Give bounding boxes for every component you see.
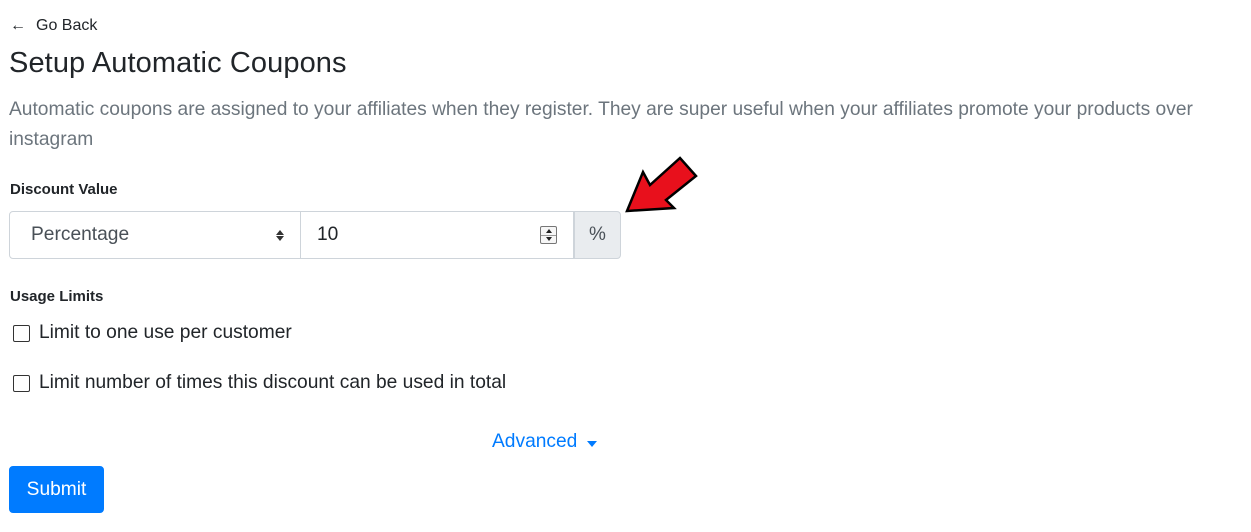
submit-button[interactable]: Submit xyxy=(9,466,104,513)
discount-type-selected: Percentage xyxy=(31,224,130,245)
caret-down-icon xyxy=(587,441,598,447)
arrow-left-icon: ← xyxy=(10,17,26,34)
coupon-setup-page: ← Go Back Setup Automatic Coupons Automa… xyxy=(0,0,1251,532)
limit-total-uses-checkbox[interactable] xyxy=(13,374,30,392)
discount-value-label: Discount Value xyxy=(10,181,118,198)
page-description: Automatic coupons are assigned to your a… xyxy=(9,99,1193,150)
discount-value-text: 10 xyxy=(317,224,339,245)
usage-limits-label: Usage Limits xyxy=(10,288,104,305)
limit-one-per-customer-checkbox[interactable] xyxy=(13,324,30,342)
page-title: Setup Automatic Coupons xyxy=(9,47,347,79)
discount-value-input[interactable]: 10 xyxy=(301,211,574,259)
limit-total-uses-label: Limit number of times this discount can … xyxy=(39,372,507,393)
red-annotation-arrow-icon xyxy=(625,156,698,213)
advanced-toggle[interactable]: Advanced xyxy=(492,431,598,453)
spinner-up-icon[interactable] xyxy=(541,227,556,236)
number-spinner[interactable] xyxy=(540,226,557,244)
advanced-label: Advanced xyxy=(492,431,578,452)
select-caret-icon xyxy=(276,229,284,241)
limit-one-per-customer-label: Limit to one use per customer xyxy=(39,322,292,343)
limit-one-per-customer-option[interactable]: Limit to one use per customer xyxy=(13,322,292,344)
discount-input-group: Percentage 10 % xyxy=(9,211,621,259)
go-back-link[interactable]: ← Go Back xyxy=(10,17,97,35)
spinner-down-icon[interactable] xyxy=(541,236,556,244)
percent-addon: % xyxy=(574,211,621,259)
discount-type-select[interactable]: Percentage xyxy=(9,211,301,259)
go-back-label: Go Back xyxy=(36,17,98,34)
limit-total-uses-option[interactable]: Limit number of times this discount can … xyxy=(13,372,506,394)
